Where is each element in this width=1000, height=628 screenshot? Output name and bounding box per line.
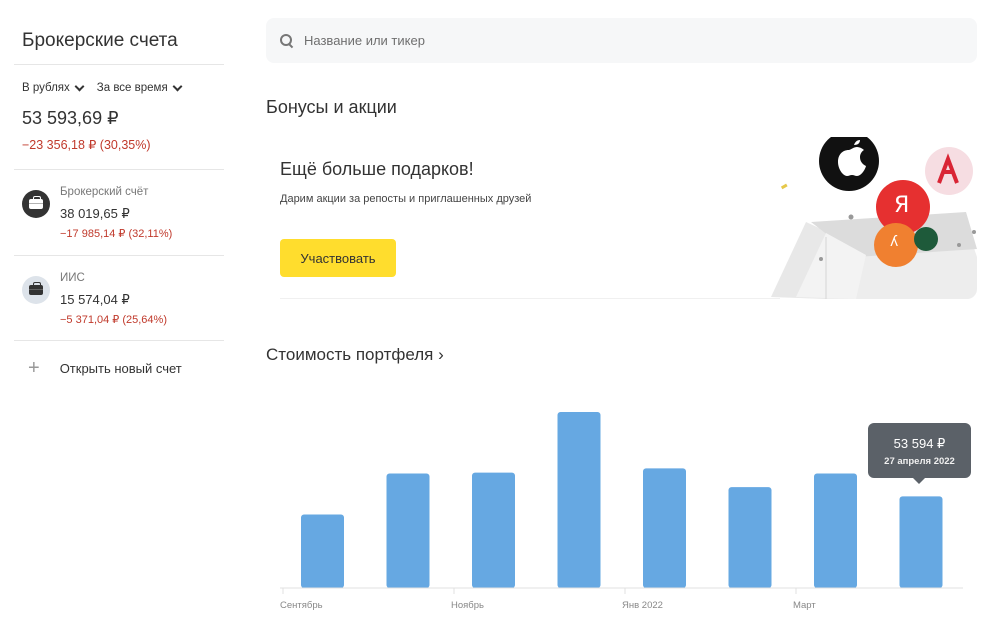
chevron-down-icon	[172, 81, 183, 91]
chart-bar[interactable]	[301, 514, 344, 588]
chart-bar[interactable]	[643, 468, 686, 588]
chart-bar[interactable]	[557, 411, 601, 588]
account-change: −17 985,14 ₽ (32,11%)	[60, 228, 173, 240]
briefcase-icon	[22, 190, 50, 218]
tooltip-value: 53 594 ₽	[893, 436, 946, 451]
chart-bar[interactable]	[386, 473, 430, 588]
chevron-down-icon	[74, 81, 85, 91]
bonuses-title: Бонусы и акции	[266, 97, 397, 117]
account-name: ИИС	[60, 272, 85, 284]
promo-subtitle: Дарим акции за репосты и приглашенных др…	[280, 193, 532, 205]
x-tick-label: Сентябрь	[280, 600, 323, 611]
x-tick-label: Ноябрь	[451, 600, 484, 611]
filters: В рублях За все время	[22, 81, 183, 94]
ball-ticker-letter: ʎ	[890, 234, 899, 250]
chart-bar[interactable]	[472, 472, 515, 588]
open-account-label: Открыть новый счет	[59, 360, 182, 376]
account-name: Брокерский счёт	[60, 186, 149, 198]
account-value: 15 574,04 ₽	[60, 292, 130, 307]
divider	[14, 64, 224, 65]
chart-bar[interactable]	[899, 496, 943, 588]
search-icon	[280, 33, 294, 48]
account-item-iis[interactable]: ИИС 15 574,04 ₽ −5 371,04 ₽ (25,64%)	[14, 256, 224, 340]
open-account-button[interactable]: + Открыть новый счет	[28, 358, 182, 378]
x-tick-label: Март	[793, 600, 816, 611]
chart-bar[interactable]	[814, 473, 857, 588]
currency-filter-label: В рублях	[22, 82, 70, 94]
search-bar[interactable]	[266, 18, 977, 63]
account-change: −5 371,04 ₽ (25,64%)	[60, 314, 167, 326]
period-filter-dropdown[interactable]: За все время	[96, 81, 183, 94]
chart-bar[interactable]	[728, 487, 772, 588]
period-filter-label: За все время	[96, 82, 168, 94]
portfolio-title-link[interactable]: Стоимость портфеля ›	[266, 345, 444, 365]
yandex-ticker-letter: Я	[894, 193, 910, 218]
sidebar-title: Брокерские счета	[22, 30, 178, 51]
chart-tooltip: 53 594 ₽ 27 апреля 2022	[868, 423, 971, 484]
account-value: 38 019,65 ₽	[60, 206, 130, 221]
promo-title: Ещё больше подарков!	[280, 159, 474, 179]
x-tick-label: Янв 2022	[622, 600, 663, 611]
sidebar: Брокерские счета В рублях За все время 5…	[0, 0, 240, 628]
search-input[interactable]	[304, 33, 904, 48]
account-item-brokerage[interactable]: Брокерский счёт 38 019,65 ₽ −17 985,14 ₽…	[14, 170, 224, 254]
total-value: 53 593,69 ₽	[22, 108, 119, 128]
plus-icon: +	[28, 357, 40, 379]
currency-filter-dropdown[interactable]: В рублях	[22, 81, 85, 94]
briefcase-icon	[22, 276, 50, 304]
promo-card[interactable]: Ещё больше подарков! Дарим акции за репо…	[266, 137, 977, 299]
participate-button[interactable]: Участвовать	[280, 239, 396, 277]
tooltip-date: 27 апреля 2022	[884, 456, 955, 467]
divider	[280, 298, 780, 299]
total-change: −23 356,18 ₽ (30,35%)	[22, 138, 151, 152]
divider	[14, 340, 224, 341]
